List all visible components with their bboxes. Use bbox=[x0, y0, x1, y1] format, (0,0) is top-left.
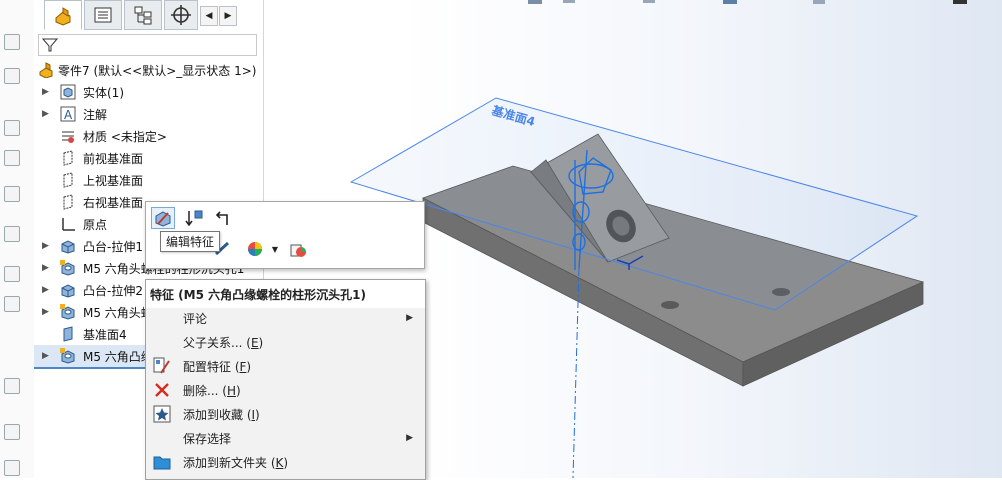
parent-child-button[interactable] bbox=[210, 207, 234, 229]
manager-tabs: ◀ ▶ bbox=[44, 0, 264, 30]
section-view-icon[interactable] bbox=[643, 0, 655, 3]
tab-feature-manager[interactable] bbox=[44, 0, 82, 30]
menu-item-delete[interactable]: 删除... (H) bbox=[146, 378, 425, 402]
tool-icon[interactable] bbox=[4, 186, 20, 202]
plane-icon bbox=[60, 326, 76, 342]
filter-icon[interactable] bbox=[42, 37, 58, 53]
feature-color-button[interactable] bbox=[286, 238, 310, 260]
expand-arrow-icon[interactable]: ▶ bbox=[42, 285, 50, 295]
svg-text:A: A bbox=[64, 108, 73, 122]
origin-icon bbox=[60, 216, 76, 232]
hide-show-icon[interactable] bbox=[813, 0, 825, 4]
feature-appearance-icon bbox=[290, 244, 306, 257]
return-arrow-icon bbox=[215, 211, 228, 225]
tool-icon[interactable] bbox=[4, 34, 20, 50]
expand-arrow-icon[interactable]: ▶ bbox=[42, 351, 50, 361]
submenu-arrow-icon: ▶ bbox=[406, 433, 413, 443]
extrude-icon bbox=[60, 282, 76, 298]
plane-icon bbox=[60, 172, 76, 188]
material-icon bbox=[60, 128, 76, 144]
menu-item-add-favorite[interactable]: 添加到收藏 (I) bbox=[146, 402, 425, 426]
solid-bodies-icon bbox=[60, 84, 76, 100]
edit-feature-button[interactable] bbox=[151, 207, 175, 229]
plane-icon bbox=[60, 194, 76, 210]
edit-feature-icon bbox=[155, 211, 171, 227]
tool-icon[interactable] bbox=[4, 460, 20, 476]
tree-item-top-plane[interactable]: 上视基准面 bbox=[34, 169, 263, 191]
heads-up-toolbar[interactable] bbox=[528, 0, 967, 4]
tab-scroll-right-icon[interactable]: ▶ bbox=[219, 6, 237, 26]
hole-wizard-icon bbox=[60, 304, 76, 320]
plane-icon bbox=[60, 150, 76, 166]
menu-item-add-to-new-folder[interactable]: 添加到新文件夹 (K) bbox=[146, 450, 425, 474]
appearance-icon bbox=[248, 242, 262, 256]
tab-configuration-manager[interactable] bbox=[124, 0, 162, 30]
favorite-icon bbox=[153, 405, 171, 423]
hole-wizard-icon bbox=[60, 348, 76, 364]
expand-arrow-icon[interactable]: ▶ bbox=[42, 307, 50, 317]
tree-root-part[interactable]: 零件7 (默认<<默认>_显示状态 1>) bbox=[34, 59, 263, 81]
zoom-icon[interactable] bbox=[563, 0, 575, 3]
extrude-icon bbox=[60, 238, 76, 254]
tool-icon[interactable] bbox=[4, 296, 20, 312]
tooltip: 编辑特征 bbox=[160, 231, 221, 252]
tool-icon[interactable] bbox=[4, 68, 20, 84]
expand-arrow-icon[interactable]: ▶ bbox=[42, 109, 50, 119]
feature-manager-icon bbox=[55, 7, 71, 26]
menu-item-save-selection[interactable]: 保存选择 ▶ bbox=[146, 426, 425, 450]
rollback-icon bbox=[185, 210, 203, 227]
folder-icon bbox=[153, 453, 171, 471]
expand-arrow-icon[interactable]: ▶ bbox=[42, 241, 50, 251]
tab-scroll-left-icon[interactable]: ◀ bbox=[200, 6, 218, 26]
tree-item-solid-bodies[interactable]: ▶ 实体(1) bbox=[34, 81, 263, 103]
menu-item-parent-child[interactable]: 父子关系... (E) bbox=[146, 330, 425, 354]
tool-icon[interactable] bbox=[4, 226, 20, 242]
display-style-icon[interactable] bbox=[723, 0, 737, 4]
tree-item-front-plane[interactable]: 前视基准面 bbox=[34, 147, 263, 169]
view-settings-icon[interactable] bbox=[953, 0, 967, 4]
tree-item-annotations[interactable]: ▶ A 注解 bbox=[34, 103, 263, 125]
menu-item-comment[interactable]: 评论 ▶ bbox=[146, 306, 425, 330]
feature-filter-bar[interactable] bbox=[38, 34, 257, 56]
hole-wizard-icon bbox=[60, 260, 76, 276]
tool-icon[interactable] bbox=[4, 424, 20, 440]
annotations-icon: A bbox=[60, 106, 76, 122]
appearance-button[interactable] bbox=[242, 238, 270, 260]
view-orientation-icon[interactable] bbox=[528, 0, 542, 4]
tab-property-manager[interactable] bbox=[84, 0, 122, 30]
menu-header: 特征 (M5 六角凸缘螺栓的柱形沉头孔1) bbox=[146, 280, 425, 308]
dimxpert-icon bbox=[171, 5, 191, 25]
tool-icon[interactable] bbox=[4, 378, 20, 394]
tree-item-material[interactable]: 材质 <未指定> bbox=[34, 125, 263, 147]
expand-arrow-icon[interactable]: ▶ bbox=[42, 263, 50, 273]
appearance-dropdown-icon[interactable]: ▼ bbox=[270, 238, 280, 260]
delete-icon bbox=[153, 381, 171, 399]
tool-icon[interactable] bbox=[4, 150, 20, 166]
command-manager-strip bbox=[0, 0, 35, 478]
rollback-button[interactable] bbox=[182, 207, 206, 229]
tab-dimxpert-manager[interactable] bbox=[164, 0, 198, 30]
expand-arrow-icon[interactable]: ▶ bbox=[42, 87, 50, 97]
tree-root-label: 零件7 (默认<<默认>_显示状态 1>) bbox=[58, 63, 257, 78]
configure-feature-icon bbox=[153, 357, 171, 375]
property-manager-icon bbox=[94, 7, 112, 23]
submenu-arrow-icon: ▶ bbox=[406, 313, 413, 323]
part-icon bbox=[38, 62, 54, 78]
context-menu: 特征 (M5 六角凸缘螺栓的柱形沉头孔1) 评论 ▶ 父子关系... (E) 配… bbox=[145, 279, 426, 480]
tool-icon[interactable] bbox=[4, 266, 20, 282]
configuration-manager-icon bbox=[134, 6, 152, 25]
menu-item-configure-feature[interactable]: 配置特征 (F) bbox=[146, 354, 425, 378]
tool-icon[interactable] bbox=[4, 120, 20, 136]
